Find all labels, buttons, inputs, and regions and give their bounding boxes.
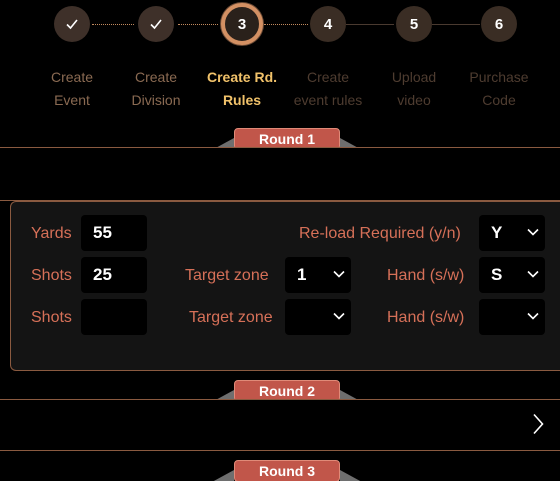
target-zone-select[interactable]: 1: [285, 257, 351, 293]
hand-select[interactable]: [479, 299, 545, 335]
yards-input[interactable]: 55: [81, 215, 147, 251]
step-connector: [92, 24, 134, 25]
progress-stepper: Create Event Create Division 3 Create Rd. R…: [0, 0, 560, 120]
round-2-collapsed-row[interactable]: [0, 399, 560, 451]
chevron-down-icon: [333, 270, 345, 278]
step-number: 3: [221, 3, 263, 45]
step-label: Create Division: [131, 69, 181, 108]
chevron-right-icon[interactable]: [532, 413, 544, 435]
hand-label: Hand (s/w): [387, 267, 465, 284]
round-3-title: Round 3: [234, 460, 340, 481]
hand-value: S: [491, 265, 503, 284]
target-zone-label: Target zone: [185, 267, 269, 284]
check-icon: [54, 6, 90, 42]
step-label: Upload video: [391, 69, 437, 108]
shots-input[interactable]: [81, 299, 147, 335]
hand-select[interactable]: S: [479, 257, 545, 293]
step-label: Purchase Code: [469, 69, 529, 108]
step-label: Create Event: [50, 69, 94, 108]
chevron-down-icon: [333, 312, 345, 320]
chevron-down-icon: [527, 228, 539, 236]
step-connector: [178, 24, 218, 25]
step-number: 5: [396, 6, 432, 42]
target-zone-value: 1: [297, 265, 307, 284]
step-number: 6: [481, 6, 517, 42]
shots-label: Shots: [31, 309, 72, 326]
check-icon: [138, 6, 174, 42]
step-number: 4: [310, 6, 346, 42]
chevron-down-icon: [527, 270, 539, 278]
step-label: Create Rd. Rules: [206, 69, 278, 108]
target-zone-select[interactable]: [285, 299, 351, 335]
reload-required-value: Y: [491, 223, 503, 242]
reload-required-label: Re-load Required (y/n): [299, 225, 461, 242]
shots-label: Shots: [31, 267, 72, 284]
step-connector: [346, 24, 394, 25]
target-zone-label: Target zone: [189, 309, 273, 326]
round-3-tab[interactable]: Round 3: [212, 460, 362, 481]
hand-label: Hand (s/w): [387, 309, 465, 326]
yards-label: Yards: [31, 225, 72, 242]
tab-wing: [340, 470, 362, 481]
step-label: Create event rules: [293, 69, 363, 108]
shots-input[interactable]: 25: [81, 257, 147, 293]
reload-required-select[interactable]: Y: [479, 215, 545, 251]
step-connector: [432, 24, 480, 25]
round-1-header-band: [0, 147, 560, 201]
tab-wing: [212, 470, 234, 481]
step-connector: [264, 24, 308, 25]
chevron-down-icon: [527, 312, 539, 320]
round-1-panel: Yards 55 Re-load Required (y/n) Y Shots …: [10, 201, 560, 371]
